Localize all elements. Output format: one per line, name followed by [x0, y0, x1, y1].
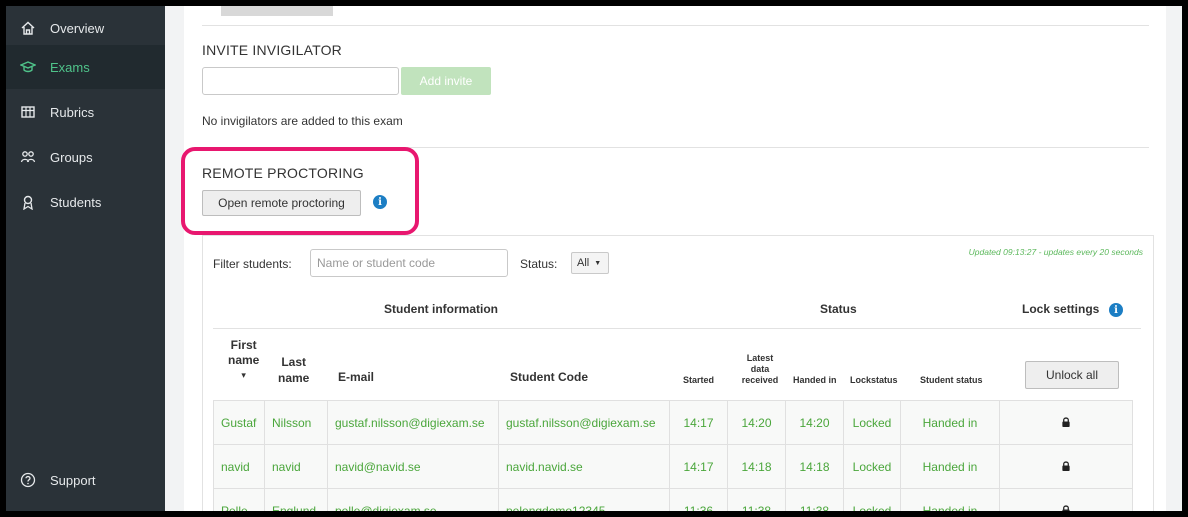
graduation-cap-icon — [19, 58, 37, 76]
column-label: name — [278, 371, 310, 385]
handed-in-cell: 14:20 — [785, 400, 844, 445]
invigilator-input[interactable] — [202, 67, 399, 95]
student-code-cell: navid.navid.se — [498, 444, 670, 489]
remote-proctoring-highlight — [181, 147, 419, 235]
lock-settings-header: Lock settings — [1022, 302, 1100, 316]
first-name-cell: Pelle — [213, 488, 265, 511]
unlock-all-button[interactable]: Unlock all — [1025, 361, 1119, 389]
sidebar-item-support[interactable]: Support — [6, 458, 165, 502]
column-lockstatus[interactable]: Lockstatus — [850, 375, 898, 385]
column-label: Last — [281, 355, 307, 369]
student-code-cell: pelengdemo12345 — [498, 488, 670, 511]
divider — [213, 328, 1141, 329]
student-icon — [19, 193, 37, 211]
sort-arrow-icon: ▾ — [241, 370, 246, 380]
handed-in-cell: 11:38 — [785, 488, 844, 511]
column-started[interactable]: Started — [683, 375, 714, 385]
app-window: Overview Exams Rubrics Groups Students S… — [6, 6, 1182, 511]
started-cell: 11:36 — [669, 488, 728, 511]
status-select[interactable]: All ▼ — [571, 252, 609, 274]
users-icon — [19, 148, 37, 166]
sidebar-item-label: Rubrics — [50, 104, 95, 120]
sidebar-item-label: Overview — [50, 20, 105, 36]
last-name-cell: Nilsson — [264, 400, 328, 445]
home-icon — [19, 19, 37, 37]
email-cell: navid@navid.se — [327, 444, 499, 489]
column-student-code[interactable]: Student Code — [510, 370, 588, 384]
column-email[interactable]: E-mail — [338, 370, 374, 384]
column-label: received — [741, 375, 779, 385]
sidebar: Overview Exams Rubrics Groups Students S… — [6, 6, 165, 511]
student-code-cell: gustaf.nilsson@digiexam.se — [498, 400, 670, 445]
column-label: First — [230, 338, 257, 352]
student-search-input[interactable]: Name or student code — [310, 249, 508, 277]
column-first-name[interactable]: First name ▾ — [228, 338, 259, 383]
add-invite-button[interactable]: Add invite — [401, 67, 491, 95]
lock-cell — [999, 488, 1133, 512]
last-name-cell: Englund — [264, 488, 328, 511]
status-header: Status — [820, 302, 857, 316]
filter-students-label: Filter students: — [213, 257, 292, 271]
handed-in-cell: 14:18 — [785, 444, 844, 489]
column-label: name — [228, 353, 260, 367]
students-table: Gustaf Nilsson gustaf.nilsson@digiexam.s… — [213, 400, 1133, 511]
update-status-text: Updated 09:13:27 - updates every 20 seco… — [968, 247, 1143, 257]
column-label: Latest — [746, 353, 774, 363]
chevron-down-icon: ▼ — [594, 259, 602, 267]
student-status-cell: Handed in — [900, 488, 1000, 511]
sidebar-item-label: Students — [50, 194, 102, 210]
sidebar-item-label: Support — [50, 472, 96, 488]
sidebar-item-label: Exams — [50, 59, 90, 75]
student-status-cell: Handed in — [900, 444, 1000, 489]
lock-cell — [999, 444, 1133, 489]
table-row[interactable]: Gustaf Nilsson gustaf.nilsson@digiexam.s… — [213, 400, 1133, 445]
lock-icon[interactable] — [1061, 460, 1071, 471]
column-handed-in[interactable]: Handed in — [793, 375, 837, 385]
table-row[interactable]: navid navid navid@navid.se navid.navid.s… — [213, 444, 1133, 489]
sidebar-item-overview[interactable]: Overview — [6, 6, 165, 50]
invite-invigilator-title: INVITE INVIGILATOR — [202, 42, 342, 58]
column-latest-data-received[interactable]: Latest data received — [739, 353, 781, 386]
lock-cell — [999, 400, 1133, 445]
table-icon — [19, 103, 37, 121]
latest-data-cell: 14:20 — [727, 400, 786, 445]
first-name-cell: Gustaf — [213, 400, 265, 445]
lock-icon[interactable] — [1061, 416, 1071, 427]
students-panel: Filter students: Name or student code St… — [202, 235, 1154, 511]
sidebar-item-groups[interactable]: Groups — [6, 135, 165, 179]
divider — [202, 25, 1149, 26]
help-circle-icon — [19, 471, 37, 489]
sidebar-item-students[interactable]: Students — [6, 180, 165, 224]
info-icon[interactable]: i — [1109, 303, 1123, 317]
student-status-cell: Handed in — [900, 400, 1000, 445]
sidebar-item-label: Groups — [50, 149, 93, 165]
sidebar-item-rubrics[interactable]: Rubrics — [6, 90, 165, 134]
column-last-name[interactable]: Last name — [278, 354, 309, 386]
no-invigilators-note: No invigilators are added to this exam — [202, 114, 403, 128]
tab-stub[interactable] — [221, 6, 333, 16]
email-cell: gustaf.nilsson@digiexam.se — [327, 400, 499, 445]
table-row[interactable]: Pelle Englund pelle@digiexam.se pelengde… — [213, 488, 1133, 512]
lock-icon[interactable] — [1061, 504, 1071, 512]
status-label: Status: — [520, 257, 558, 271]
lockstatus-cell: Locked — [843, 488, 901, 511]
email-cell: pelle@digiexam.se — [327, 488, 499, 511]
student-information-header: Student information — [384, 302, 498, 316]
column-student-status[interactable]: Student status — [920, 375, 983, 385]
latest-data-cell: 11:38 — [727, 488, 786, 511]
lockstatus-cell: Locked — [843, 444, 901, 489]
sidebar-item-exams[interactable]: Exams — [6, 45, 165, 89]
latest-data-cell: 14:18 — [727, 444, 786, 489]
column-label: data — [750, 364, 770, 374]
started-cell: 14:17 — [669, 444, 728, 489]
lockstatus-cell: Locked — [843, 400, 901, 445]
first-name-cell: navid — [213, 444, 265, 489]
last-name-cell: navid — [264, 444, 328, 489]
started-cell: 14:17 — [669, 400, 728, 445]
main-content: INVITE INVIGILATOR Add invite No invigil… — [165, 6, 1182, 511]
status-select-value: All — [577, 257, 590, 269]
